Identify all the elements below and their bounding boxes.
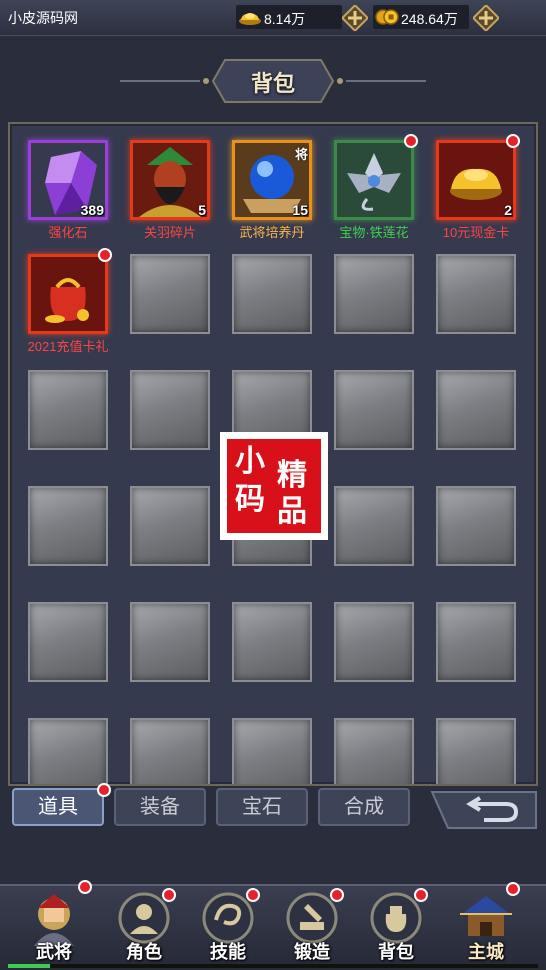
nav-label: 技能 xyxy=(210,942,246,962)
seal-stamp-inner: 小 精 码 品 xyxy=(227,439,321,533)
empty-slot[interactable] xyxy=(334,602,414,682)
empty-slot[interactable] xyxy=(28,370,108,450)
item-slot[interactable]: 389 强化石 xyxy=(28,140,108,240)
coin-value: 248.64万 xyxy=(401,11,458,27)
empty-slot[interactable] xyxy=(334,370,414,450)
nav-label: 角色 xyxy=(126,942,162,962)
progress-fill xyxy=(8,964,51,968)
nav-label: 锻造 xyxy=(294,942,330,962)
item-count: 389 xyxy=(80,202,104,218)
nav-generals[interactable]: 武将 xyxy=(14,880,94,970)
nav-role[interactable]: 角色 xyxy=(104,886,184,970)
seal-stamp: 小 精 码 品 xyxy=(220,432,328,540)
stamp-char: 小 xyxy=(235,444,265,479)
nav-bag[interactable]: 背包 xyxy=(356,886,436,970)
coin-icon xyxy=(375,9,399,25)
item-slot[interactable]: 宝物·铁莲花 xyxy=(334,134,418,240)
nav-skill[interactable]: 技能 xyxy=(188,886,268,970)
empty-slot[interactable] xyxy=(436,602,516,682)
tab-synthesis[interactable]: 合成 xyxy=(318,788,410,826)
empty-slot[interactable] xyxy=(130,370,210,450)
nav-red-dot xyxy=(162,888,176,902)
item-count: 5 xyxy=(198,202,206,218)
item-name: 武将培养丹 xyxy=(239,225,305,240)
site-name: 小皮源码网 xyxy=(8,10,78,26)
empty-slot[interactable] xyxy=(28,486,108,566)
nav-forge[interactable]: 锻造 xyxy=(272,886,352,970)
nav-red-dot xyxy=(414,888,428,902)
nav-main-city[interactable]: 主城 xyxy=(446,882,526,970)
item-name: 关羽碎片 xyxy=(143,225,196,240)
item-frame xyxy=(28,254,108,334)
item-name: 2021充值卡礼 xyxy=(27,339,109,354)
nav-label: 主城 xyxy=(468,942,504,962)
coin-resource: 248.64万 xyxy=(373,5,469,29)
empty-slot[interactable] xyxy=(436,370,516,450)
empty-slot[interactable] xyxy=(130,486,210,566)
gold-value: 8.14万 xyxy=(264,11,306,27)
gold-ingot-icon xyxy=(239,13,261,25)
item-red-dot xyxy=(98,248,112,262)
item-red-dot xyxy=(404,134,418,148)
item-frame xyxy=(334,140,414,220)
empty-slot[interactable] xyxy=(28,718,108,784)
top-bar: 小皮源码网 8.14万 248.64万 xyxy=(0,0,546,36)
stamp-char: 码 xyxy=(235,482,265,517)
item-badge: 将 xyxy=(294,147,308,162)
empty-slot[interactable] xyxy=(232,254,312,334)
item-name: 宝物·铁莲花 xyxy=(339,225,409,240)
empty-slot[interactable] xyxy=(436,254,516,334)
stamp-char: 品 xyxy=(277,494,307,529)
nav-red-dot xyxy=(78,880,92,894)
item-count: 15 xyxy=(292,202,308,218)
empty-slot[interactable] xyxy=(232,718,312,784)
nav-label: 背包 xyxy=(378,942,414,962)
empty-slot[interactable] xyxy=(334,254,414,334)
empty-slot[interactable] xyxy=(436,718,516,784)
title-banner: 背包 xyxy=(0,50,546,112)
add-coin-button[interactable] xyxy=(473,5,499,31)
item-slot[interactable]: 2021充值卡礼 xyxy=(28,248,112,354)
add-gold-button[interactable] xyxy=(342,5,368,31)
item-red-dot xyxy=(506,134,520,148)
tab-gems[interactable]: 宝石 xyxy=(216,788,308,826)
nav-label: 武将 xyxy=(36,942,72,962)
empty-slot[interactable] xyxy=(28,602,108,682)
nav-red-dot xyxy=(330,888,344,902)
empty-slot[interactable] xyxy=(130,602,210,682)
item-name: 强化石 xyxy=(48,225,88,240)
empty-slot[interactable] xyxy=(334,486,414,566)
gold-resource: 8.14万 xyxy=(236,5,342,29)
empty-slot[interactable] xyxy=(232,602,312,682)
nav-red-dot xyxy=(246,888,260,902)
item-slot[interactable]: 2 10元现金卡 xyxy=(436,134,520,240)
page-title: 背包 xyxy=(250,71,295,97)
empty-slot[interactable] xyxy=(130,718,210,784)
bottom-nav: 武将 角色 技能 锻造 背包 主城 xyxy=(0,880,546,970)
empty-slot[interactable] xyxy=(334,718,414,784)
tab-items[interactable]: 道具 xyxy=(12,788,104,826)
nav-red-dot xyxy=(506,882,520,896)
progress-bar xyxy=(8,964,538,968)
empty-slot[interactable] xyxy=(436,486,516,566)
back-button[interactable] xyxy=(428,790,540,830)
item-slot[interactable]: 5 关羽碎片 xyxy=(130,140,210,240)
item-slot[interactable]: 15 将武将培养丹 xyxy=(232,140,312,240)
tab-items-red-dot xyxy=(97,783,111,797)
item-name: 10元现金卡 xyxy=(442,225,510,240)
tab-equipment[interactable]: 装备 xyxy=(114,788,206,826)
item-count: 2 xyxy=(504,202,512,218)
stamp-char: 精 xyxy=(277,458,307,493)
empty-slot[interactable] xyxy=(130,254,210,334)
